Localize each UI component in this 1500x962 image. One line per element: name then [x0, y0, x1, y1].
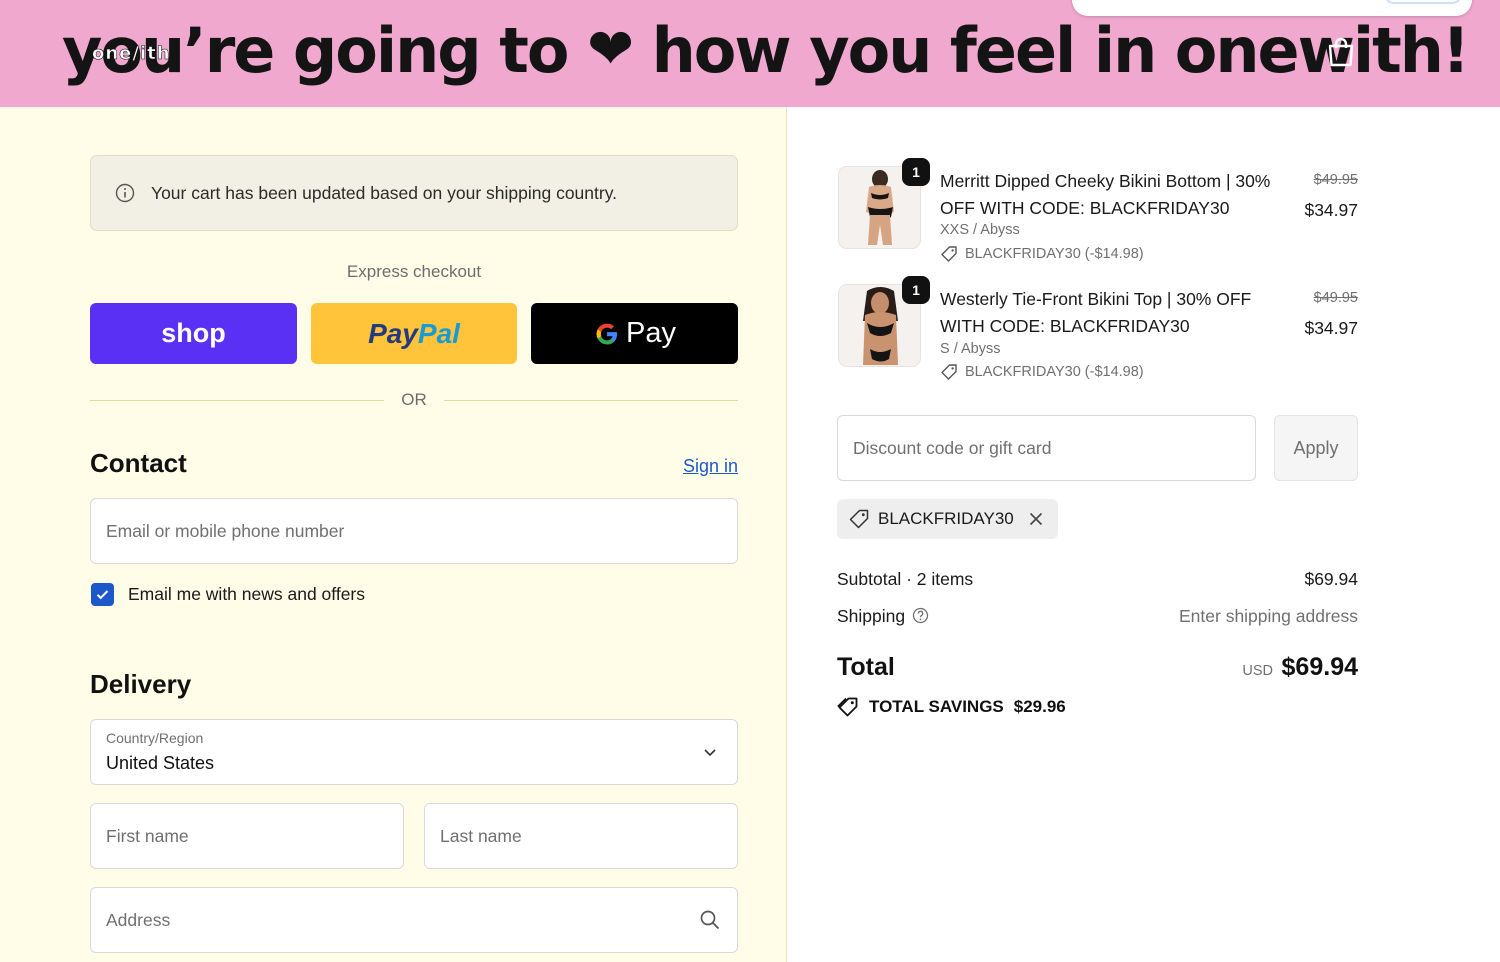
- tag-icon: [941, 246, 957, 262]
- total-label: Total: [837, 653, 895, 681]
- notice-text: Your cart has been updated based on your…: [151, 182, 618, 203]
- applied-code-text: BLACKFRIDAY30: [878, 509, 1014, 528]
- apply-discount-button[interactable]: Apply: [1274, 415, 1358, 481]
- delivery-heading: Delivery: [90, 669, 192, 699]
- paypal-button[interactable]: Pay Pal: [311, 303, 517, 364]
- banner-logo-text: one/ith: [92, 43, 171, 65]
- first-name-field[interactable]: [90, 803, 404, 869]
- banner-headline: you’re going to ❤ how you feel in onewit…: [62, 14, 1470, 87]
- google-pay-label: Pay: [626, 317, 676, 349]
- paypal-label-part2: Pal: [417, 317, 460, 349]
- total-value: $69.94: [1281, 653, 1358, 681]
- line-discount-text: BLACKFRIDAY30 (-$14.98): [965, 246, 1144, 262]
- chevron-down-icon: [704, 749, 716, 757]
- contact-heading: Contact: [90, 448, 187, 478]
- express-checkout-label: Express checkout: [346, 262, 482, 281]
- address-input[interactable]: [91, 888, 737, 952]
- last-name-input[interactable]: [425, 804, 737, 868]
- shopping-bag-icon[interactable]: [1326, 36, 1356, 68]
- total-savings: TOTAL SAVINGS $29.96: [837, 696, 1066, 718]
- total-currency: USD: [1242, 663, 1273, 679]
- newsletter-option[interactable]: Email me with news and offers: [91, 583, 365, 606]
- promo-banner: you’re going to ❤ how you feel in onewit…: [0, 0, 1500, 107]
- email-field[interactable]: [90, 498, 738, 564]
- product-variant: S / Abyss: [940, 341, 1001, 357]
- checkout-form-column: Your cart has been updated based on your…: [0, 107, 787, 962]
- paypal-label-part1: Pay: [368, 317, 418, 349]
- tag-icon: [849, 509, 869, 529]
- shop-pay-button[interactable]: shop: [90, 303, 297, 364]
- first-name-input[interactable]: [91, 804, 403, 868]
- sign-in-link[interactable]: Sign in: [683, 456, 738, 477]
- subtotal-value: $69.94: [1304, 569, 1358, 589]
- subtotal-label: Subtotal · 2 items: [837, 569, 974, 589]
- google-pay-button[interactable]: Pay: [531, 303, 738, 364]
- last-name-field[interactable]: [424, 803, 738, 869]
- discount-code-field[interactable]: [837, 415, 1256, 481]
- newsletter-checkbox[interactable]: [91, 583, 114, 606]
- shipping-value: Enter shipping address: [1179, 606, 1358, 626]
- email-input[interactable]: [91, 499, 737, 563]
- order-summary-column: 1 Merritt Dipped Cheeky Bikini Bottom | …: [788, 107, 1500, 962]
- savings-label: TOTAL SAVINGS: [869, 697, 1004, 716]
- savings-tag-icon: [837, 697, 858, 717]
- cart-line-item: 1 Westerly Tie-Front Bikini Top | 30% OF…: [838, 276, 1358, 384]
- original-price: $49.95: [1313, 290, 1358, 306]
- divider-line-right: [444, 400, 738, 401]
- info-icon: [115, 183, 135, 203]
- quantity-badge: 1: [902, 276, 930, 304]
- subtotal-row: Subtotal · 2 items $69.94: [837, 569, 1358, 590]
- tag-icon: [941, 364, 957, 380]
- cart-updated-notice: Your cart has been updated based on your…: [90, 155, 738, 231]
- google-g-icon: [596, 323, 617, 344]
- popup-panel-edge: [1072, 0, 1472, 16]
- line-discount-text: BLACKFRIDAY30 (-$14.98): [965, 364, 1144, 380]
- shop-pay-label: shop: [161, 318, 226, 348]
- product-name: Westerly Tie-Front Bikini Top | 30% OFF …: [940, 289, 1252, 336]
- line-discount: BLACKFRIDAY30 (-$14.98): [940, 363, 1144, 381]
- checkmark-icon: [96, 590, 109, 600]
- discounted-price: $34.97: [1304, 318, 1358, 338]
- country-label: Country/Region: [106, 730, 204, 746]
- product-name: Merritt Dipped Cheeky Bikini Bottom | 30…: [940, 171, 1271, 218]
- remove-code-close-icon[interactable]: [1028, 511, 1044, 527]
- heart-icon: ❤: [587, 17, 634, 82]
- address-field[interactable]: [90, 887, 738, 953]
- original-price: $49.95: [1313, 172, 1358, 188]
- help-question-icon[interactable]: [912, 607, 929, 624]
- savings-value: $29.96: [1013, 697, 1066, 716]
- newsletter-label: Email me with news and offers: [128, 584, 366, 604]
- popup-button-edge[interactable]: [1384, 0, 1462, 4]
- discount-code-input[interactable]: [838, 416, 1255, 480]
- cart-line-item: 1 Merritt Dipped Cheeky Bikini Bottom | …: [838, 158, 1358, 266]
- country-select[interactable]: Country/Region United States: [90, 719, 738, 785]
- shipping-label: Shipping: [837, 606, 906, 626]
- country-value: United States: [106, 753, 215, 773]
- applied-discount-tag: BLACKFRIDAY30: [837, 499, 1058, 539]
- or-divider: OR: [90, 390, 738, 410]
- quantity-badge: 1: [902, 158, 930, 186]
- search-icon: [700, 910, 720, 930]
- shipping-row: Shipping Enter shipping address: [837, 606, 1358, 627]
- discounted-price: $34.97: [1304, 200, 1358, 220]
- product-variant: XXS / Abyss: [940, 222, 1020, 238]
- line-discount: BLACKFRIDAY30 (-$14.98): [940, 245, 1144, 263]
